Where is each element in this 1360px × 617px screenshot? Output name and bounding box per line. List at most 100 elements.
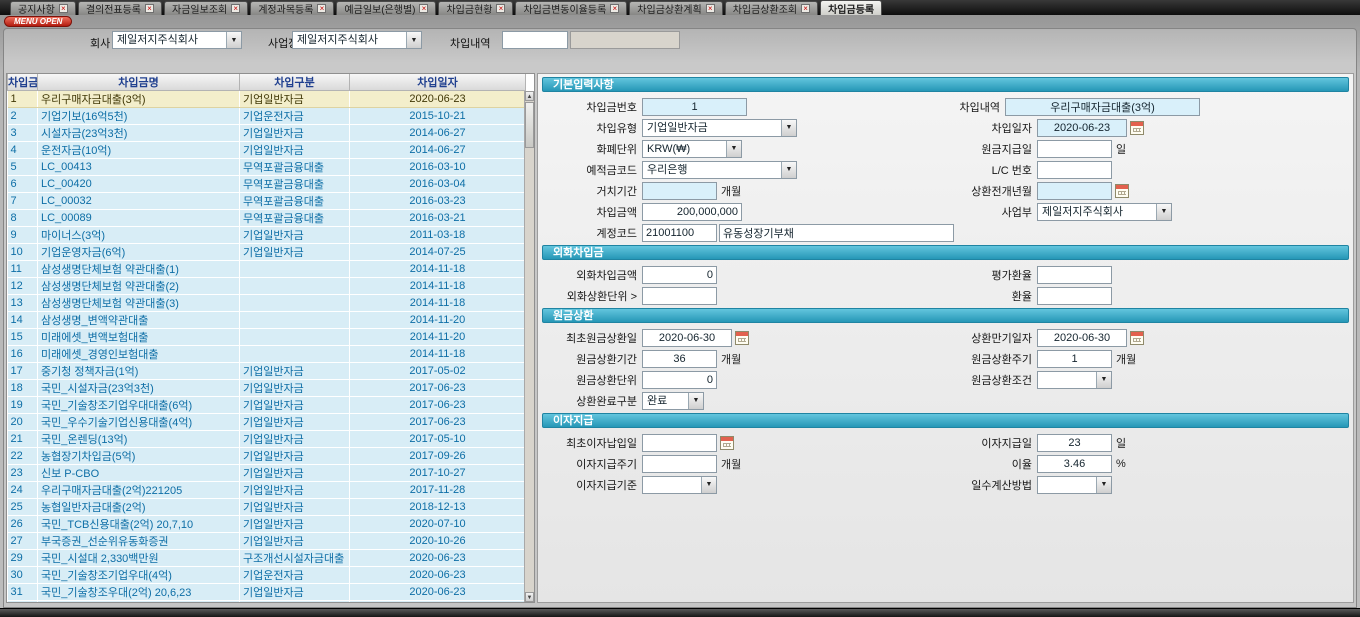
table-row[interactable]: 1우리구매자금대출(3억)기업일반자금2020-06-23 (8, 91, 526, 108)
interest-cycle-input[interactable] (642, 455, 717, 473)
tab-close-icon[interactable]: × (59, 4, 68, 13)
tab-close-icon[interactable]: × (610, 4, 619, 13)
menu-open-button[interactable]: MENU OPEN (4, 16, 72, 27)
repay-cycle-input[interactable] (1037, 350, 1112, 368)
table-row[interactable]: 2기업기보(16억5천)기업운전자금2015-10-21 (8, 108, 526, 125)
table-row[interactable]: 10기업운영자금(6억)기업일반자금2014-07-25 (8, 244, 526, 261)
col-header-loan-code[interactable]: 차입금코드 (8, 74, 38, 91)
grid-scrollbar[interactable]: ▲ ▼ (524, 91, 534, 602)
tab-차입금상환조회[interactable]: 차입금상환조회× (725, 1, 818, 15)
scrollbar-thumb[interactable] (525, 102, 534, 148)
tab-close-icon[interactable]: × (419, 4, 428, 13)
interest-basis-select[interactable]: ▼ (642, 476, 717, 494)
tab-close-icon[interactable]: × (145, 4, 154, 13)
maturity-date-input[interactable] (1037, 329, 1127, 347)
loan-amount-input[interactable] (642, 203, 742, 221)
tab-차입금현황[interactable]: 차입금현황× (438, 1, 513, 15)
exch-rate-input[interactable] (1037, 287, 1112, 305)
calendar-icon[interactable] (1115, 184, 1129, 198)
table-row[interactable]: 20국민_우수기술기업신용대출(4억)기업일반자금2017-06-23 (8, 414, 526, 431)
scroll-down-icon[interactable]: ▼ (525, 592, 534, 602)
table-row[interactable]: 8LC_00089무역포괄금융대출2016-03-21 (8, 210, 526, 227)
table-row[interactable]: 26국민_TCB신용대출(2억) 20,7,10기업일반자금2020-07-10 (8, 516, 526, 533)
calendar-icon[interactable] (720, 436, 734, 450)
first-repay-date-input[interactable] (642, 329, 732, 347)
tab-close-icon[interactable]: × (496, 4, 505, 13)
tab-차입금등록[interactable]: 차입금등록 (820, 0, 882, 15)
currency-select[interactable]: KRW(₩) ▼ (642, 140, 742, 158)
table-row[interactable]: 3시설자금(23억3천)기업일반자금2014-06-27 (8, 125, 526, 142)
table-row[interactable]: 12삼성생명단체보험 약관대출(2)2014-11-18 (8, 278, 526, 295)
repay-unit-input[interactable] (642, 371, 717, 389)
tab-차입금변동이율등록[interactable]: 차입금변동이율등록× (515, 1, 627, 15)
tab-자금일보조회[interactable]: 자금일보조회× (164, 1, 248, 15)
loan-date-input[interactable] (1037, 119, 1127, 137)
tab-close-icon[interactable]: × (706, 4, 715, 13)
table-row[interactable]: 14삼성생명_변액약관대출2014-11-20 (8, 312, 526, 329)
loan-desc-input[interactable] (1005, 98, 1200, 116)
interest-pay-day-input[interactable] (1037, 434, 1112, 452)
col-header-loan-type[interactable]: 차입구분 (240, 74, 350, 91)
table-row[interactable]: 27부국증권_선순위유동화증권기업일반자금2020-10-26 (8, 533, 526, 550)
tab-예금일보(은행별)[interactable]: 예금일보(은행별)× (336, 1, 436, 15)
lc-number-input[interactable] (1037, 161, 1112, 179)
table-cell: 기업일반자금 (240, 465, 350, 482)
table-row[interactable]: 21국민_온렌딩(13억)기업일반자금2017-05-10 (8, 431, 526, 448)
table-row[interactable]: 15미래에셋_변액보험대출2014-11-20 (8, 329, 526, 346)
fx-amount-input[interactable] (642, 266, 717, 284)
interest-rate-input[interactable] (1037, 455, 1112, 473)
col-header-loan-date[interactable]: 차입일자 (350, 74, 526, 91)
table-row[interactable]: 32국민_온렌딩 (13억) 20,03,16기업일반자금2020-03-16 (8, 601, 526, 604)
table-cell: 4 (8, 142, 38, 159)
tab-공지사항[interactable]: 공지사항× (10, 1, 76, 15)
tab-차입금상환계획[interactable]: 차입금상환계획× (629, 1, 722, 15)
site-select[interactable]: 제일저지주식회사 ▼ (292, 31, 422, 49)
tab-close-icon[interactable]: × (317, 4, 326, 13)
repay-period-input[interactable] (642, 350, 717, 368)
table-row[interactable]: 25농협일반자금대출(2억)기업일반자금2018-12-13 (8, 499, 526, 516)
pre-repay-ym-input[interactable] (1037, 182, 1112, 200)
calendar-icon[interactable] (1130, 331, 1144, 345)
repay-done-select[interactable]: 완료 ▼ (642, 392, 704, 410)
calendar-icon[interactable] (735, 331, 749, 345)
account-name-input[interactable] (719, 224, 954, 242)
fx-unit-input[interactable] (642, 287, 717, 305)
account-code-input[interactable] (642, 224, 717, 242)
table-row[interactable]: 5LC_00413무역포괄금융대출2016-03-10 (8, 159, 526, 176)
grace-period-input[interactable] (642, 182, 717, 200)
scroll-up-icon[interactable]: ▲ (525, 91, 534, 101)
table-row[interactable]: 24우리구매자금대출(2억)221205기업일반자금2017-11-28 (8, 482, 526, 499)
repay-cond-select[interactable]: ▼ (1037, 371, 1112, 389)
loan-type-select[interactable]: 기업일반자금 ▼ (642, 119, 797, 137)
day-count-select[interactable]: ▼ (1037, 476, 1112, 494)
table-row[interactable]: 19국민_기술창조기업우대대출(6억)기업일반자금2017-06-23 (8, 397, 526, 414)
table-row[interactable]: 13삼성생명단체보험 약관대출(3)2014-11-18 (8, 295, 526, 312)
calendar-icon[interactable] (1130, 121, 1144, 135)
tab-계정과목등록[interactable]: 계정과목등록× (250, 1, 334, 15)
first-interest-date-input[interactable] (642, 434, 717, 452)
table-row[interactable]: 30국민_기술창조기업우대(4억)기업운전자금2020-06-23 (8, 567, 526, 584)
loan-desc-filter-input[interactable] (502, 31, 568, 49)
table-row[interactable]: 18국민_시설자금(23억3천)기업일반자금2017-06-23 (8, 380, 526, 397)
table-row[interactable]: 17중기청 정책자금(1억)기업일반자금2017-05-02 (8, 363, 526, 380)
table-row[interactable]: 9마이너스(3억)기업일반자금2011-03-18 (8, 227, 526, 244)
table-row[interactable]: 16미래에셋_경영인보험대출2014-11-18 (8, 346, 526, 363)
principal-pay-day-input[interactable] (1037, 140, 1112, 158)
table-row[interactable]: 4운전자금(10억)기업일반자금2014-06-27 (8, 142, 526, 159)
col-header-loan-name[interactable]: 차입금명 (38, 74, 240, 91)
table-row[interactable]: 29국민_시설대 2,330백만원구조개선시설자금대출2020-06-23 (8, 550, 526, 567)
table-row[interactable]: 23신보 P-CBO기업일반자금2017-10-27 (8, 465, 526, 482)
division-select[interactable]: 제일저지주식회사 ▼ (1037, 203, 1172, 221)
table-row[interactable]: 31국민_기술창조우대(2억) 20,6,23기업일반자금2020-06-23 (8, 584, 526, 601)
table-row[interactable]: 11삼성생명단체보험 약관대출(1)2014-11-18 (8, 261, 526, 278)
tab-결의전표등록[interactable]: 결의전표등록× (78, 1, 162, 15)
loan-number-input[interactable] (642, 98, 747, 116)
company-select[interactable]: 제일저지주식회사 ▼ (112, 31, 242, 49)
table-row[interactable]: 22농협장기차입금(5억)기업일반자금2017-09-26 (8, 448, 526, 465)
deposit-code-select[interactable]: 우리은행 ▼ (642, 161, 797, 179)
table-row[interactable]: 7LC_00032무역포괄금융대출2016-03-23 (8, 193, 526, 210)
table-row[interactable]: 6LC_00420무역포괄금융대출2016-03-04 (8, 176, 526, 193)
tab-close-icon[interactable]: × (801, 4, 810, 13)
tab-close-icon[interactable]: × (231, 4, 240, 13)
eval-rate-input[interactable] (1037, 266, 1112, 284)
